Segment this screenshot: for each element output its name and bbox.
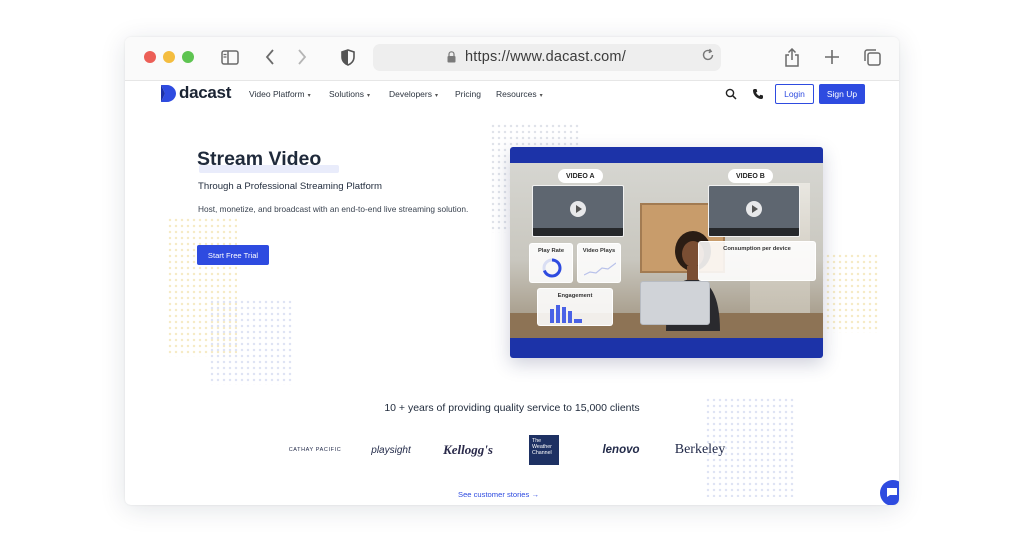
address-bar[interactable]: https://www.dacast.com/ xyxy=(373,44,721,71)
close-window-button[interactable] xyxy=(144,51,156,63)
client-logo-berkeley: Berkeley xyxy=(670,435,730,465)
play-rate-card: Play Rate xyxy=(529,243,573,283)
consumption-card: Consumption per device xyxy=(698,241,816,281)
hero-visual: VIDEO A VIDEO B Play Rate Video Plays Co… xyxy=(510,147,823,358)
video-plays-card: Video Plays xyxy=(577,243,621,283)
site-navbar: dacast Video Platform ▾ Solutions ▾ Develo… xyxy=(125,81,899,107)
share-icon[interactable] xyxy=(781,47,803,67)
nav-solutions[interactable]: Solutions ▾ xyxy=(329,89,370,99)
video-a-player xyxy=(532,185,624,237)
see-customer-stories-link[interactable]: See customer stories → xyxy=(458,490,539,499)
lock-icon xyxy=(447,50,456,68)
chevron-down-icon: ▾ xyxy=(539,93,543,99)
nav-video-platform[interactable]: Video Platform ▾ xyxy=(249,89,311,99)
new-tab-plus-icon[interactable] xyxy=(821,47,843,67)
chat-icon xyxy=(887,488,897,497)
browser-window: https://www.dacast.com/ dacast Video Pla… xyxy=(125,37,899,505)
player-controls-bar xyxy=(709,228,799,236)
url-text: https://www.dacast.com/ xyxy=(465,49,626,65)
nav-label: Developers xyxy=(389,89,432,99)
login-button[interactable]: Login xyxy=(775,84,814,104)
chat-widget-button[interactable] xyxy=(880,480,899,505)
nav-label: Resources xyxy=(496,89,537,99)
client-logo-kelloggs: Kellogg's xyxy=(437,435,499,465)
video-plays-label: Video Plays xyxy=(582,248,616,254)
video-a-label: VIDEO A xyxy=(558,169,603,183)
zoom-window-button[interactable] xyxy=(182,51,194,63)
logo-text: lenovo xyxy=(602,444,640,456)
logo-text: playsight xyxy=(371,444,411,456)
line-chart-icon xyxy=(584,262,616,276)
signup-button[interactable]: Sign Up xyxy=(819,84,865,104)
forward-arrow-icon[interactable] xyxy=(291,47,313,67)
chevron-down-icon: ▾ xyxy=(435,93,439,99)
hero-description: Host, monetize, and broadcast with an en… xyxy=(198,204,469,214)
sidebar-toggle-icon[interactable] xyxy=(219,47,241,67)
search-icon[interactable] xyxy=(725,87,737,100)
dacast-logo-mark-icon xyxy=(161,84,176,102)
chevron-down-icon: ▾ xyxy=(307,93,311,99)
hero-title: Stream Video xyxy=(197,148,322,170)
start-free-trial-button[interactable]: Start Free Trial xyxy=(197,245,269,265)
client-logo-playsight: playsight xyxy=(363,435,419,465)
logo-text: dacast xyxy=(179,83,232,102)
dacast-logo[interactable]: dacast xyxy=(161,83,231,103)
arrow-right-icon: → xyxy=(531,490,540,499)
link-label: See customer stories xyxy=(458,490,530,499)
phone-icon[interactable] xyxy=(752,87,764,99)
player-controls-bar xyxy=(533,228,623,236)
nav-label: Video Platform xyxy=(249,89,305,99)
dot-pattern xyxy=(209,299,293,385)
engagement-card: Engagement xyxy=(537,288,613,326)
nav-pricing[interactable]: Pricing xyxy=(455,89,481,99)
play-icon xyxy=(570,201,586,217)
client-logo-cathay-pacific: CATHAY PACIFIC xyxy=(285,435,345,465)
consumption-label: Consumption per device xyxy=(723,246,791,252)
nav-developers[interactable]: Developers ▾ xyxy=(389,89,438,99)
browser-toolbar: https://www.dacast.com/ xyxy=(125,37,899,81)
play-rate-label: Play Rate xyxy=(537,248,565,254)
hero-subtitle: Through a Professional Streaming Platfor… xyxy=(198,181,382,192)
office-scene-image: VIDEO A VIDEO B Play Rate Video Plays Co… xyxy=(510,163,823,338)
bar-chart-icon xyxy=(550,305,582,323)
video-b-player xyxy=(708,185,800,237)
logo-text: The Weather Channel xyxy=(532,438,552,456)
client-logo-weather-channel: The Weather Channel xyxy=(529,435,559,465)
nav-label: Pricing xyxy=(455,89,481,99)
reload-icon[interactable] xyxy=(701,48,715,66)
nav-label: Solutions xyxy=(329,89,364,99)
engagement-label: Engagement xyxy=(557,293,593,299)
back-arrow-icon[interactable] xyxy=(259,47,281,67)
logo-text: Berkeley xyxy=(674,442,726,457)
minimize-window-button[interactable] xyxy=(163,51,175,63)
video-b-label: VIDEO B xyxy=(728,169,773,183)
laptop xyxy=(640,281,710,325)
tab-overview-icon[interactable] xyxy=(861,47,883,67)
chevron-down-icon: ▾ xyxy=(366,93,370,99)
play-icon xyxy=(746,201,762,217)
logo-text: CATHAY PACIFIC xyxy=(288,447,342,453)
client-logo-lenovo: lenovo xyxy=(589,435,653,465)
screenshot-stage: https://www.dacast.com/ dacast Video Pla… xyxy=(0,0,1024,536)
shield-icon[interactable] xyxy=(337,47,359,67)
logo-text: Kellogg's xyxy=(443,442,493,457)
donut-chart-icon xyxy=(542,258,562,278)
clients-heading: 10 + years of providing quality service … xyxy=(384,402,640,414)
nav-resources[interactable]: Resources ▾ xyxy=(496,89,543,99)
